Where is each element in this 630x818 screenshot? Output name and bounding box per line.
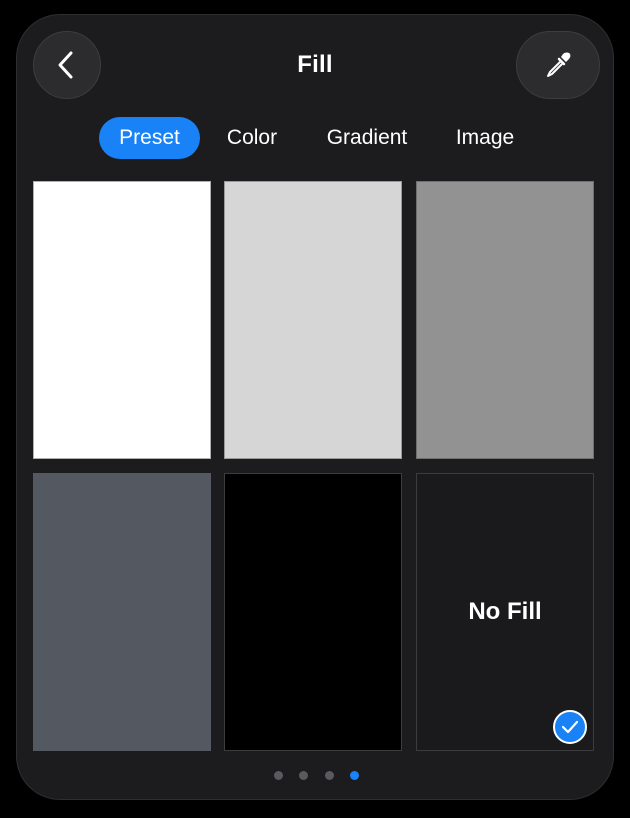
page-dot-4[interactable] bbox=[350, 771, 359, 780]
page-dot-2[interactable] bbox=[299, 771, 308, 780]
eyedropper-button[interactable] bbox=[516, 31, 600, 99]
tab-gradient[interactable]: Gradient bbox=[312, 117, 422, 159]
page-dot-1[interactable] bbox=[274, 771, 283, 780]
fill-popover: Fill Preset Color Gradient Image No Fill bbox=[16, 14, 614, 800]
tab-color[interactable]: Color bbox=[212, 117, 292, 159]
page-indicator bbox=[17, 771, 613, 781]
page-dot-3[interactable] bbox=[325, 771, 334, 780]
swatch-medium-gray[interactable] bbox=[416, 181, 594, 459]
swatch-light-gray[interactable] bbox=[224, 181, 402, 459]
eyedropper-icon bbox=[547, 52, 571, 77]
tab-preset[interactable]: Preset bbox=[99, 117, 200, 159]
tab-image[interactable]: Image bbox=[442, 117, 528, 159]
swatch-black[interactable] bbox=[224, 473, 402, 751]
checkmark-icon bbox=[553, 710, 587, 744]
swatch-white[interactable] bbox=[33, 181, 211, 459]
no-fill-label: No Fill bbox=[468, 598, 542, 625]
swatch-no-fill[interactable]: No Fill bbox=[416, 473, 594, 751]
swatch-slate-gray[interactable] bbox=[33, 473, 211, 751]
fill-type-tabs: Preset Color Gradient Image bbox=[17, 117, 613, 159]
